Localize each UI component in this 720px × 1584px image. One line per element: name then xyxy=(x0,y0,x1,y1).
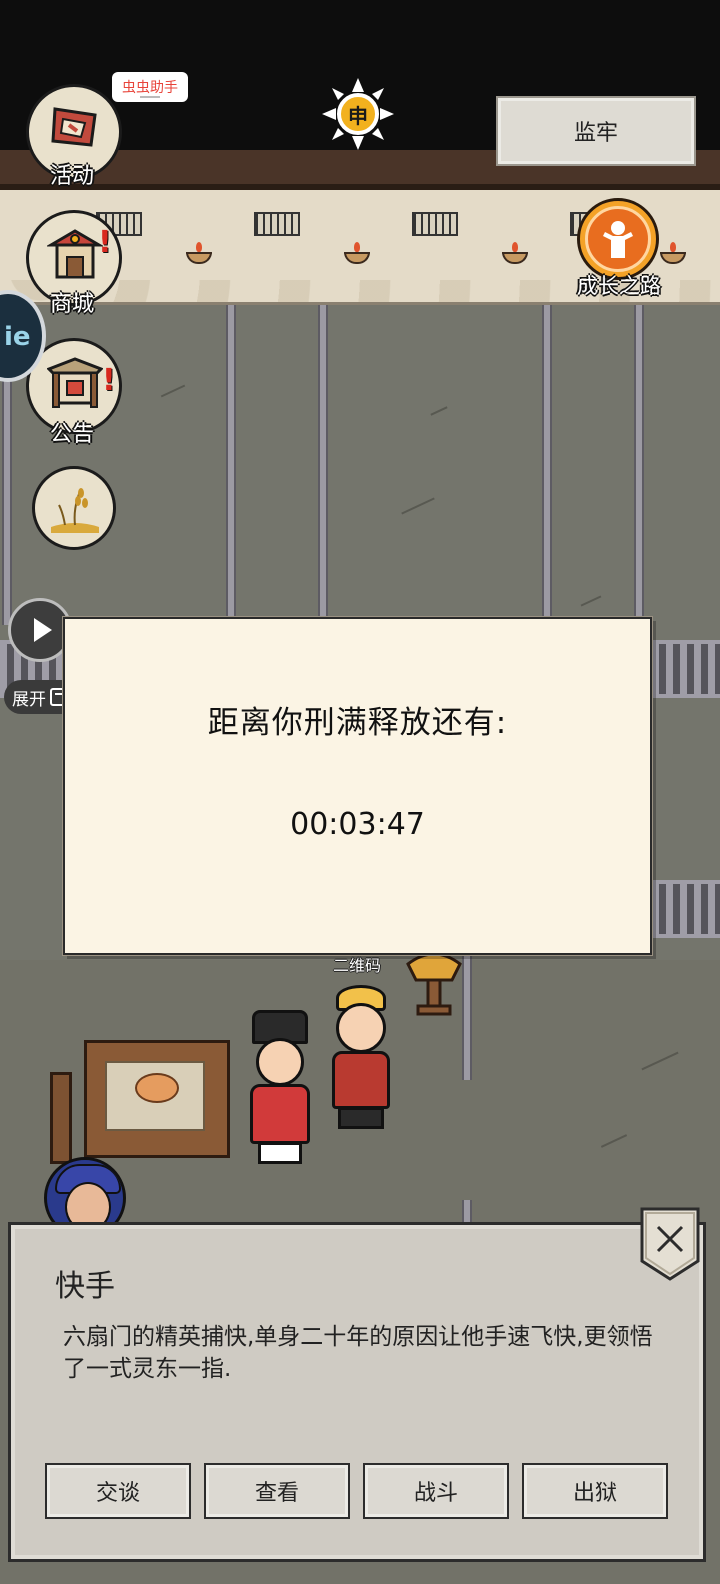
play-icon xyxy=(34,618,52,642)
helper-badge[interactable]: 虫虫助手 xyxy=(112,72,188,102)
notice-board-icon xyxy=(47,357,103,408)
wall-vent xyxy=(254,212,300,236)
cell-railing xyxy=(652,880,720,938)
wooden-bench xyxy=(50,1072,72,1164)
qr-code-label[interactable]: 二维码 xyxy=(322,952,392,976)
npc-name: 快手 xyxy=(55,1269,115,1304)
growth-path-label: 成长之路 xyxy=(577,274,661,298)
roast-chicken-icon xyxy=(135,1073,179,1103)
leave-prison-button[interactable]: 出狱 xyxy=(522,1463,668,1519)
game-screen: 虫虫助手 申 监牢 活动 ! 商城 ! 公告 ie 成长之路 展开 二维码 距离… xyxy=(0,0,720,1584)
notice-alert-icon: ! xyxy=(102,363,116,398)
oil-lamp-icon xyxy=(344,242,370,264)
oil-lamp-icon xyxy=(660,242,686,264)
player-character[interactable] xyxy=(326,985,396,1145)
cell-bar xyxy=(226,305,236,620)
sun-core: 申 xyxy=(337,93,379,135)
shop-icon xyxy=(47,229,103,279)
cell-railing xyxy=(652,640,720,698)
location-button[interactable]: 监牢 xyxy=(496,96,696,166)
release-countdown-modal[interactable]: 距离你刑满释放还有: 00:03:47 xyxy=(63,617,652,955)
growth-figure-icon xyxy=(585,206,651,272)
oil-lamp-icon xyxy=(502,242,528,264)
close-icon[interactable] xyxy=(640,1207,700,1281)
time-of-day-badge[interactable]: 申 xyxy=(322,78,394,150)
cell-bar xyxy=(634,305,644,620)
floating-app-text: ie xyxy=(4,322,31,352)
food-table xyxy=(84,1040,230,1158)
cell-bar xyxy=(318,305,328,620)
shop-alert-icon: ! xyxy=(98,225,112,260)
npc-dialog-panel: 快手 六扇门的精英捕快,单身二十年的原因让他手速飞快,更领悟了一式灵东一指. 交… xyxy=(8,1222,706,1562)
sidebar-label-notice: 公告 xyxy=(49,422,94,447)
npc-constable[interactable] xyxy=(240,1010,320,1170)
cell-bar xyxy=(542,305,552,620)
wheat-icon xyxy=(51,488,99,533)
brazier-icon[interactable] xyxy=(404,950,464,1020)
npc-description: 六扇门的精英捕快,单身二十年的原因让他手速飞快,更领悟了一式灵东一指. xyxy=(63,1324,653,1382)
harvest-button[interactable] xyxy=(32,466,116,550)
oil-lamp-icon xyxy=(186,242,212,264)
flag-icon xyxy=(51,107,97,147)
talk-button[interactable]: 交谈 xyxy=(45,1463,191,1519)
modal-title: 距离你刑满释放还有: xyxy=(207,705,508,741)
expand-label: 展开 xyxy=(12,689,46,710)
countdown-timer: 00:03:47 xyxy=(290,807,425,842)
wall-vent xyxy=(412,212,458,236)
sidebar-label-activity: 活动 xyxy=(49,164,94,189)
fight-button[interactable]: 战斗 xyxy=(363,1463,509,1519)
inspect-button[interactable]: 查看 xyxy=(204,1463,350,1519)
growth-path-button[interactable] xyxy=(577,198,659,280)
